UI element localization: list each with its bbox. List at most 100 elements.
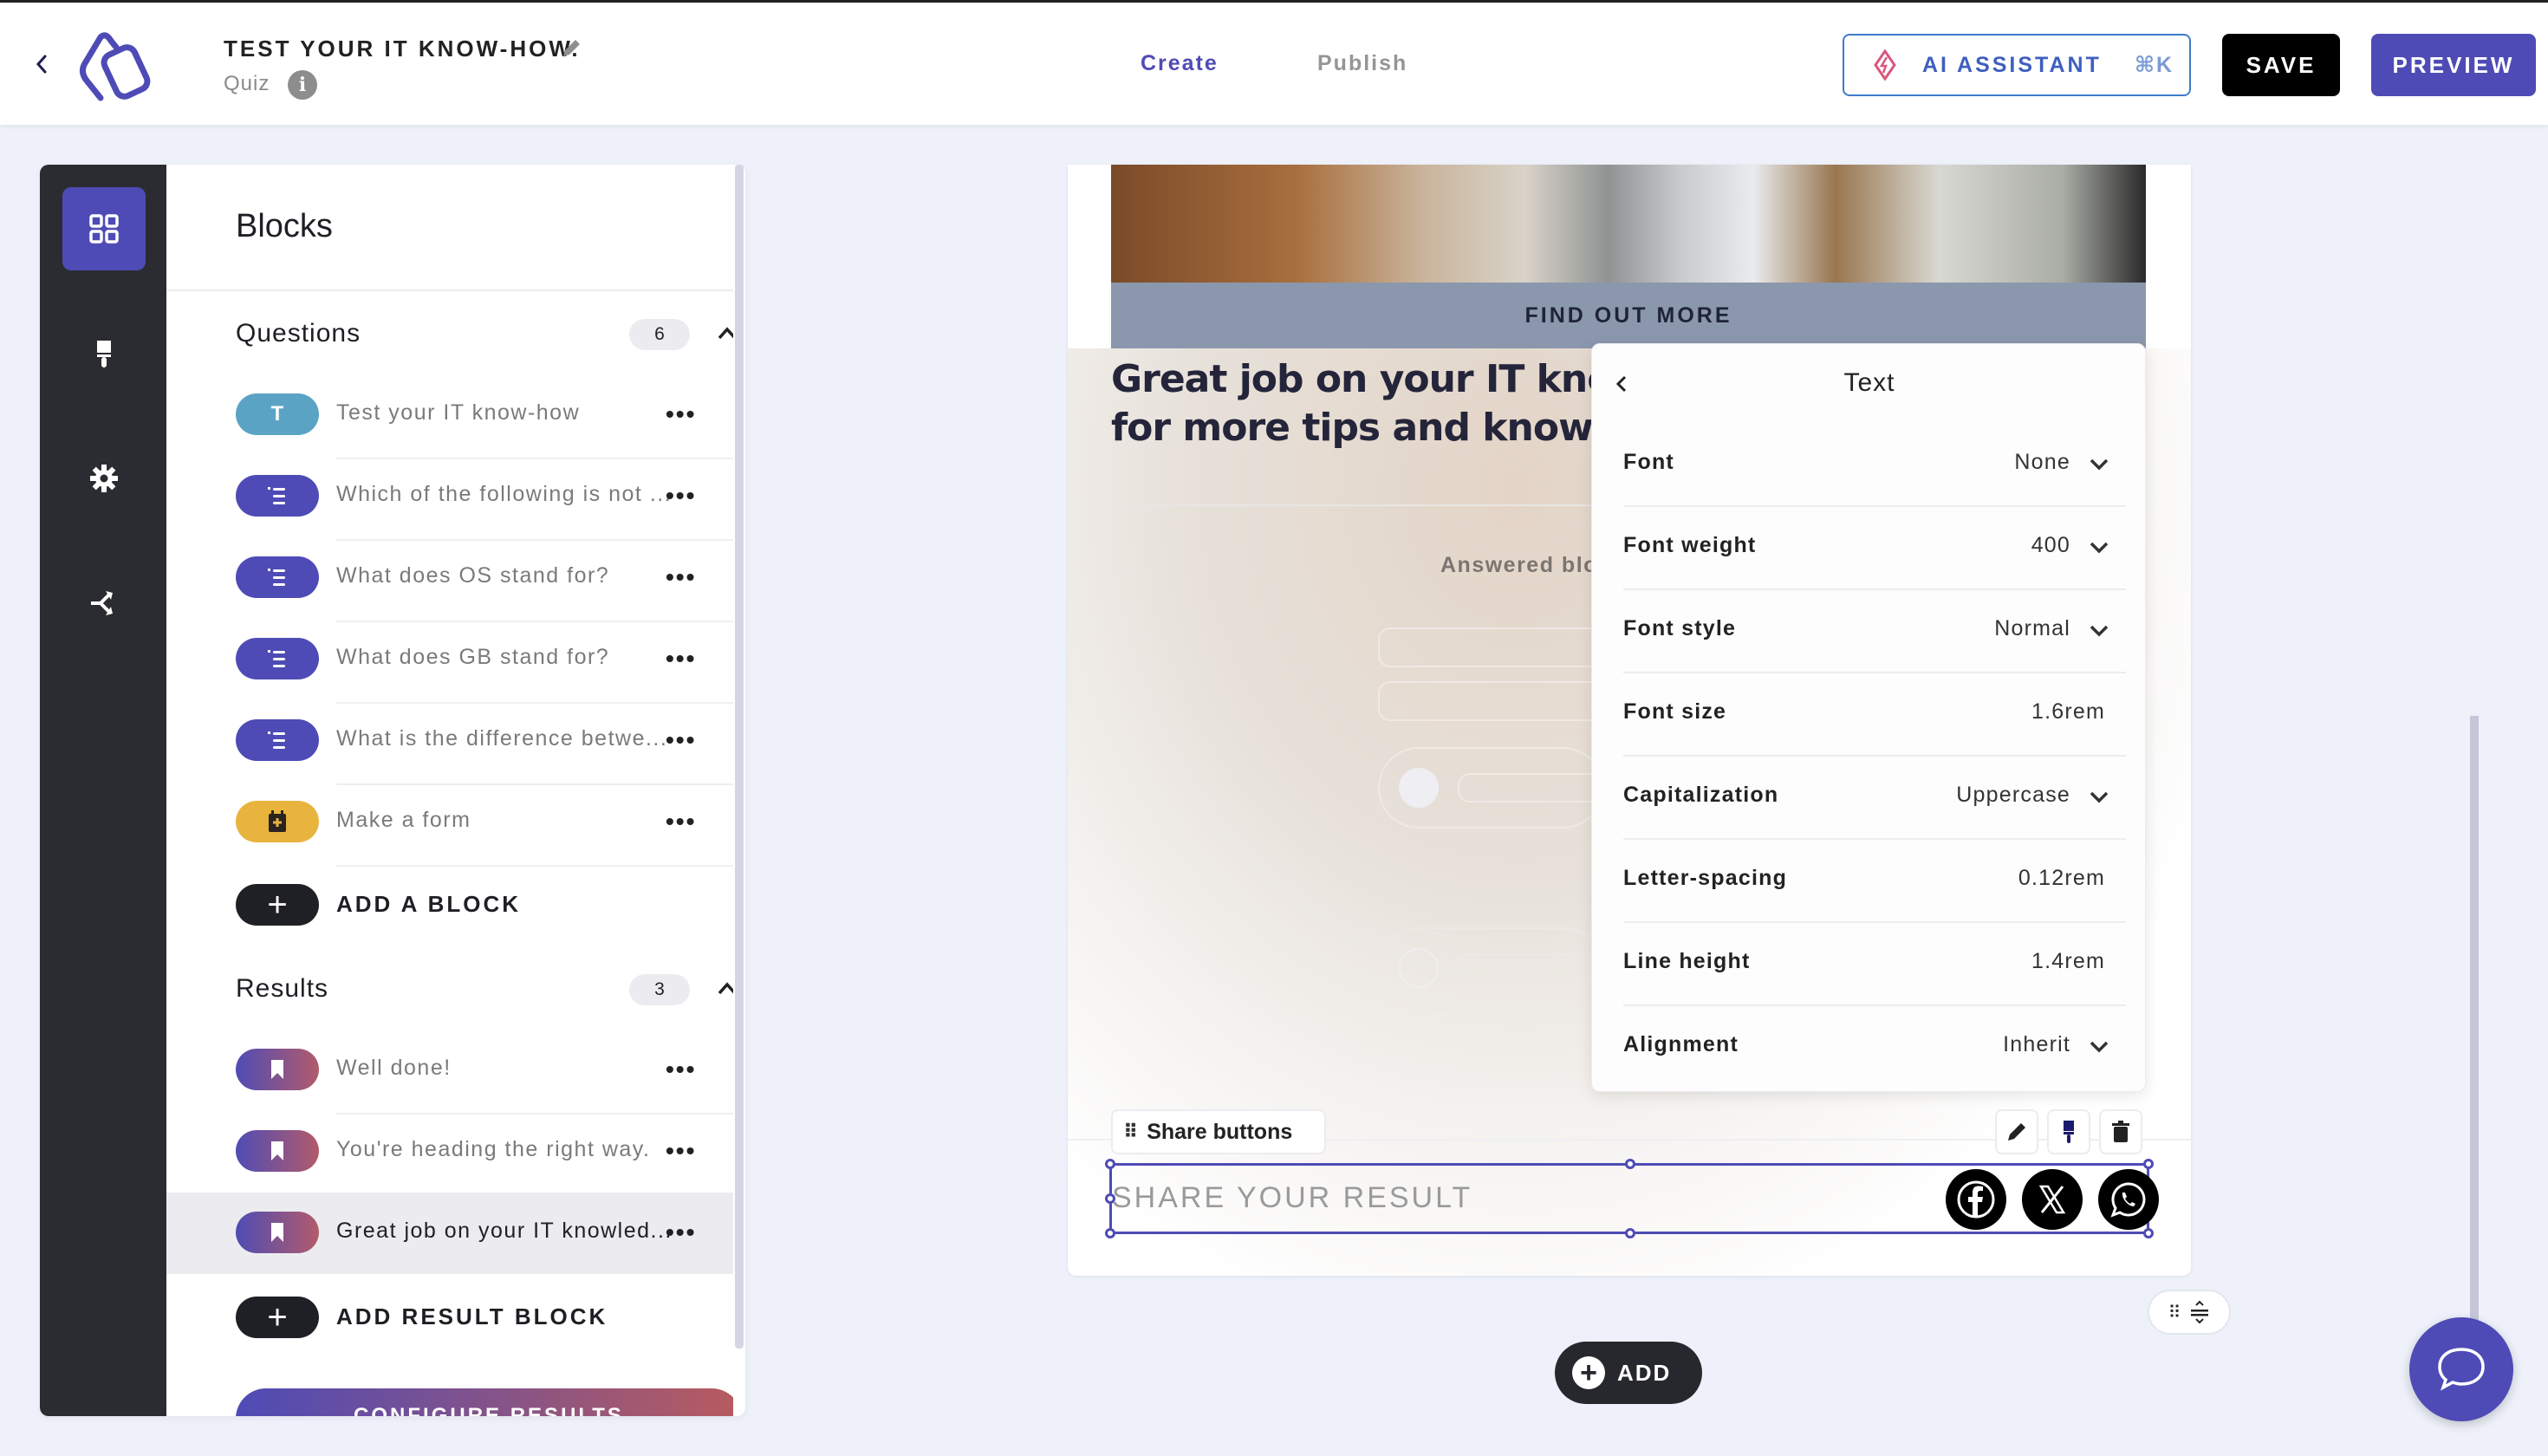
more-options-icon[interactable]: ••• xyxy=(666,563,696,591)
add-result-block-button[interactable]: + ADD RESULT BLOCK xyxy=(236,1277,733,1359)
block-label: What does GB stand for? xyxy=(336,645,610,669)
more-options-icon[interactable]: ••• xyxy=(666,1056,696,1083)
more-options-icon[interactable]: ••• xyxy=(666,645,696,673)
ai-assistant-button[interactable]: AI ASSISTANT ⌘K xyxy=(1843,34,2191,96)
resize-handle[interactable] xyxy=(2143,1228,2154,1238)
drag-handle-icon[interactable]: ⠿ xyxy=(2168,1302,2181,1323)
row-value[interactable]: 1.6rem xyxy=(2031,699,2105,725)
question-block-item[interactable]: Which of the following is not ... ••• xyxy=(236,456,733,537)
list-icon xyxy=(268,487,285,504)
question-block-item[interactable]: Make a form ••• xyxy=(236,782,733,863)
add-result-block-label: ADD RESULT BLOCK xyxy=(336,1303,608,1329)
delete-block-button[interactable] xyxy=(2099,1109,2142,1154)
result-block-badge xyxy=(236,1212,319,1253)
row-label: Alignment xyxy=(1623,1032,1739,1056)
font-select[interactable]: Font None xyxy=(1623,424,2126,507)
add-label: ADD xyxy=(1617,1359,1672,1386)
style-block-button[interactable] xyxy=(2047,1109,2090,1154)
result-block-item-selected[interactable]: Great job on your IT knowled... ••• xyxy=(166,1193,733,1274)
add-block-button[interactable]: + ADD A BLOCK xyxy=(236,865,733,946)
save-button[interactable]: SAVE xyxy=(2222,34,2340,96)
more-options-icon[interactable]: ••• xyxy=(666,726,696,754)
placeholder-radio xyxy=(1399,948,1439,988)
result-block-item[interactable]: Well done! ••• xyxy=(236,1030,733,1111)
resize-handle[interactable] xyxy=(1105,1159,1115,1169)
share-your-result-text[interactable]: SHARE YOUR RESULT xyxy=(1112,1181,1472,1215)
font-size-input[interactable]: Font size 1.6rem xyxy=(1623,673,2126,757)
back-button[interactable] xyxy=(31,49,50,79)
letter-spacing-input[interactable]: Letter-spacing 0.12rem xyxy=(1623,840,2126,923)
alignment-select[interactable]: Alignment Inherit xyxy=(1623,1006,2126,1089)
font-style-select[interactable]: Font style Normal xyxy=(1623,590,2126,673)
block-label: You're heading the right way. xyxy=(336,1137,651,1161)
placeholder-bar xyxy=(1378,681,1603,721)
rail-item-logic[interactable] xyxy=(62,562,146,645)
list-block-badge xyxy=(236,719,319,761)
questions-heading[interactable]: Questions xyxy=(236,319,361,348)
row-value: 400 xyxy=(2031,533,2070,557)
info-icon[interactable]: i xyxy=(288,70,317,100)
text-block-badge: T xyxy=(236,393,319,435)
edit-title-icon[interactable] xyxy=(560,37,582,60)
resize-handle[interactable] xyxy=(2143,1159,2154,1169)
drag-reorder-icon[interactable] xyxy=(2189,1299,2210,1325)
facebook-share-button[interactable] xyxy=(1946,1169,2006,1230)
chat-support-button[interactable] xyxy=(2409,1317,2513,1421)
x-share-button[interactable] xyxy=(2022,1169,2083,1230)
drag-handle-icon[interactable]: ⠿ xyxy=(1123,1121,1138,1143)
resize-handle[interactable] xyxy=(1625,1159,1635,1169)
question-block-item[interactable]: What does GB stand for? ••• xyxy=(236,619,733,700)
share-buttons-block-tag[interactable]: ⠿ Share buttons xyxy=(1111,1109,1326,1154)
panel-title: Blocks xyxy=(236,208,333,244)
rail-item-design[interactable] xyxy=(62,312,146,395)
resize-handle[interactable] xyxy=(1625,1228,1635,1238)
more-options-icon[interactable]: ••• xyxy=(666,400,696,428)
more-options-icon[interactable]: ••• xyxy=(666,482,696,510)
divider xyxy=(166,289,733,291)
row-value[interactable]: 1.4rem xyxy=(2031,949,2105,974)
chevron-down-icon xyxy=(2090,791,2109,803)
canvas-scrollbar[interactable] xyxy=(2470,716,2479,1323)
project-title: TEST YOUR IT KNOW-HOW. xyxy=(224,36,581,62)
font-weight-select[interactable]: Font weight 400 xyxy=(1623,507,2126,590)
results-count-badge: 3 xyxy=(629,974,690,1005)
more-options-icon[interactable]: ••• xyxy=(666,1219,696,1246)
preview-button[interactable]: PREVIEW xyxy=(2371,34,2536,96)
result-block-item[interactable]: You're heading the right way. ••• xyxy=(236,1111,733,1193)
rail-item-settings[interactable] xyxy=(62,437,146,520)
gear-icon xyxy=(90,465,118,492)
row-label: Font size xyxy=(1623,699,1727,724)
resize-handle[interactable] xyxy=(1105,1228,1115,1238)
row-value[interactable]: 0.12rem xyxy=(2018,866,2105,891)
sidebar: Blocks Questions 6 T Test your IT know-h… xyxy=(40,165,745,1416)
question-block-item[interactable]: T Test your IT know-how ••• xyxy=(236,374,733,456)
plus-glyph: + xyxy=(267,1297,288,1336)
find-out-more-button[interactable]: FIND OUT MORE xyxy=(1111,283,2146,348)
share-buttons-block-selected[interactable]: SHARE YOUR RESULT xyxy=(1105,1159,2159,1238)
app-logo-icon[interactable] xyxy=(61,29,156,101)
bookmark-icon xyxy=(271,1141,283,1160)
row-label: Font weight xyxy=(1623,533,1757,557)
configure-results-button[interactable]: CONFIGURE RESULTS xyxy=(236,1388,733,1416)
block-label: Make a form xyxy=(336,808,471,832)
sidebar-scrollbar[interactable] xyxy=(735,165,744,1349)
whatsapp-share-button[interactable] xyxy=(2098,1169,2159,1230)
add-section-button[interactable]: + ADD xyxy=(1555,1342,1702,1404)
edit-block-button[interactable] xyxy=(1995,1109,2038,1154)
more-options-icon[interactable]: ••• xyxy=(666,1137,696,1165)
question-block-item[interactable]: What does OS stand for? ••• xyxy=(236,537,733,619)
tab-create[interactable]: Create xyxy=(1141,51,1219,76)
x-twitter-icon xyxy=(2038,1185,2066,1214)
chevron-up-icon[interactable] xyxy=(714,321,733,347)
capitalization-select[interactable]: Capitalization Uppercase xyxy=(1623,757,2126,840)
tab-publish[interactable]: Publish xyxy=(1317,51,1407,76)
section-reorder-control[interactable]: ⠿ xyxy=(2148,1290,2231,1335)
question-block-item[interactable]: What is the difference betwe... ••• xyxy=(236,700,733,782)
line-height-input[interactable]: Line height 1.4rem xyxy=(1623,923,2126,1006)
rail-item-blocks[interactable] xyxy=(62,187,146,270)
chevron-up-icon[interactable] xyxy=(714,976,733,1002)
hero-image[interactable] xyxy=(1111,165,2146,283)
more-options-icon[interactable]: ••• xyxy=(666,808,696,835)
share-buttons-label: Share buttons xyxy=(1147,1119,1293,1144)
results-heading[interactable]: Results xyxy=(236,974,328,1004)
